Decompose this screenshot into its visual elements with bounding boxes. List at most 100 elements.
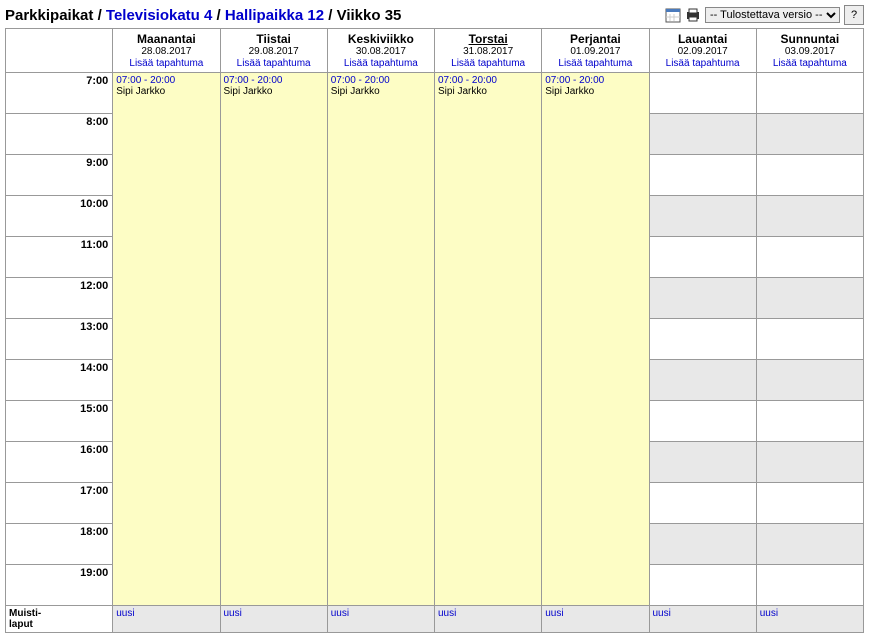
event-block[interactable]: 07:00 - 20:00Sipi Jarkko (435, 73, 542, 606)
time-label: 16:00 (6, 442, 113, 483)
memo-new-link[interactable]: uusi (438, 608, 456, 619)
day-name: Perjantai (544, 32, 646, 46)
print-icon[interactable] (685, 7, 701, 23)
memo-new-link[interactable]: uusi (760, 608, 778, 619)
empty-slot[interactable] (649, 401, 756, 442)
empty-slot[interactable] (756, 155, 863, 196)
time-label: 17:00 (6, 483, 113, 524)
time-label: 18:00 (6, 524, 113, 565)
breadcrumb: Parkkipaikat / Televisiokatu 4 / Hallipa… (5, 7, 401, 24)
time-label: 12:00 (6, 278, 113, 319)
day-header: Tiistai29.08.2017Lisää tapahtuma (220, 29, 327, 73)
add-event-link[interactable]: Lisää tapahtuma (666, 58, 740, 69)
empty-slot[interactable] (649, 114, 756, 155)
time-label: 9:00 (6, 155, 113, 196)
help-button[interactable]: ? (844, 5, 864, 25)
memo-label: Muisti-laput (6, 606, 113, 633)
empty-slot[interactable] (649, 237, 756, 278)
memo-cell: uusi (649, 606, 756, 633)
memo-new-link[interactable]: uusi (653, 608, 671, 619)
event-time: 07:00 - 20:00 (224, 75, 324, 86)
day-date: 01.09.2017 (544, 46, 646, 57)
add-event-link[interactable]: Lisää tapahtuma (451, 58, 525, 69)
memo-new-link[interactable]: uusi (545, 608, 563, 619)
corner-cell (6, 29, 113, 73)
day-name: Sunnuntai (759, 32, 861, 46)
day-name: Tiistai (223, 32, 325, 46)
day-header: Maanantai28.08.2017Lisää tapahtuma (113, 29, 220, 73)
memo-cell: uusi (435, 606, 542, 633)
add-event-link[interactable]: Lisää tapahtuma (558, 58, 632, 69)
day-date: 30.08.2017 (330, 46, 432, 57)
empty-slot[interactable] (649, 565, 756, 606)
memo-cell: uusi (327, 606, 434, 633)
event-time: 07:00 - 20:00 (545, 75, 645, 86)
empty-slot[interactable] (649, 196, 756, 237)
time-label: 15:00 (6, 401, 113, 442)
empty-slot[interactable] (756, 483, 863, 524)
day-header: Torstai31.08.2017Lisää tapahtuma (435, 29, 542, 73)
memo-new-link[interactable]: uusi (116, 608, 134, 619)
empty-slot[interactable] (649, 155, 756, 196)
empty-slot[interactable] (756, 196, 863, 237)
empty-slot[interactable] (649, 319, 756, 360)
time-label: 8:00 (6, 114, 113, 155)
add-event-link[interactable]: Lisää tapahtuma (773, 58, 847, 69)
empty-slot[interactable] (756, 114, 863, 155)
event-block[interactable]: 07:00 - 20:00Sipi Jarkko (220, 73, 327, 606)
memo-cell: uusi (220, 606, 327, 633)
empty-slot[interactable] (756, 442, 863, 483)
day-header: Perjantai01.09.2017Lisää tapahtuma (542, 29, 649, 73)
empty-slot[interactable] (756, 565, 863, 606)
empty-slot[interactable] (649, 442, 756, 483)
breadcrumb-link-2[interactable]: Hallipaikka 12 (225, 7, 324, 24)
empty-slot[interactable] (756, 278, 863, 319)
empty-slot[interactable] (756, 319, 863, 360)
event-block[interactable]: 07:00 - 20:00Sipi Jarkko (542, 73, 649, 606)
day-date: 29.08.2017 (223, 46, 325, 57)
memo-new-link[interactable]: uusi (224, 608, 242, 619)
memo-cell: uusi (756, 606, 863, 633)
time-label: 7:00 (6, 73, 113, 114)
event-text: Sipi Jarkko (438, 86, 538, 97)
day-header: Keskiviikko30.08.2017Lisää tapahtuma (327, 29, 434, 73)
print-version-select[interactable]: -- Tulostettava versio -- (705, 7, 840, 23)
empty-slot[interactable] (649, 278, 756, 319)
empty-slot[interactable] (756, 360, 863, 401)
day-date: 31.08.2017 (437, 46, 539, 57)
day-name: Torstai (437, 32, 539, 46)
calendar-icon[interactable] (665, 7, 681, 23)
event-text: Sipi Jarkko (116, 86, 216, 97)
event-block[interactable]: 07:00 - 20:00Sipi Jarkko (113, 73, 220, 606)
breadcrumb-root: Parkkipaikat (5, 7, 93, 24)
breadcrumb-link-1[interactable]: Televisiokatu 4 (106, 7, 212, 24)
day-header: Sunnuntai03.09.2017Lisää tapahtuma (756, 29, 863, 73)
time-label: 13:00 (6, 319, 113, 360)
add-event-link[interactable]: Lisää tapahtuma (237, 58, 311, 69)
empty-slot[interactable] (649, 73, 756, 114)
day-header: Lauantai02.09.2017Lisää tapahtuma (649, 29, 756, 73)
empty-slot[interactable] (756, 401, 863, 442)
event-time: 07:00 - 20:00 (116, 75, 216, 86)
empty-slot[interactable] (756, 524, 863, 565)
day-date: 28.08.2017 (115, 46, 217, 57)
time-label: 11:00 (6, 237, 113, 278)
event-time: 07:00 - 20:00 (438, 75, 538, 86)
empty-slot[interactable] (756, 237, 863, 278)
schedule-table: Maanantai28.08.2017Lisää tapahtumaTiista… (5, 28, 864, 633)
time-label: 19:00 (6, 565, 113, 606)
add-event-link[interactable]: Lisää tapahtuma (344, 58, 418, 69)
time-label: 14:00 (6, 360, 113, 401)
add-event-link[interactable]: Lisää tapahtuma (129, 58, 203, 69)
breadcrumb-current: Viikko 35 (337, 7, 402, 24)
empty-slot[interactable] (649, 360, 756, 401)
event-block[interactable]: 07:00 - 20:00Sipi Jarkko (327, 73, 434, 606)
empty-slot[interactable] (649, 524, 756, 565)
day-name: Lauantai (652, 32, 754, 46)
empty-slot[interactable] (756, 73, 863, 114)
memo-new-link[interactable]: uusi (331, 608, 349, 619)
day-date: 02.09.2017 (652, 46, 754, 57)
empty-slot[interactable] (649, 483, 756, 524)
memo-cell: uusi (542, 606, 649, 633)
day-name: Keskiviikko (330, 32, 432, 46)
